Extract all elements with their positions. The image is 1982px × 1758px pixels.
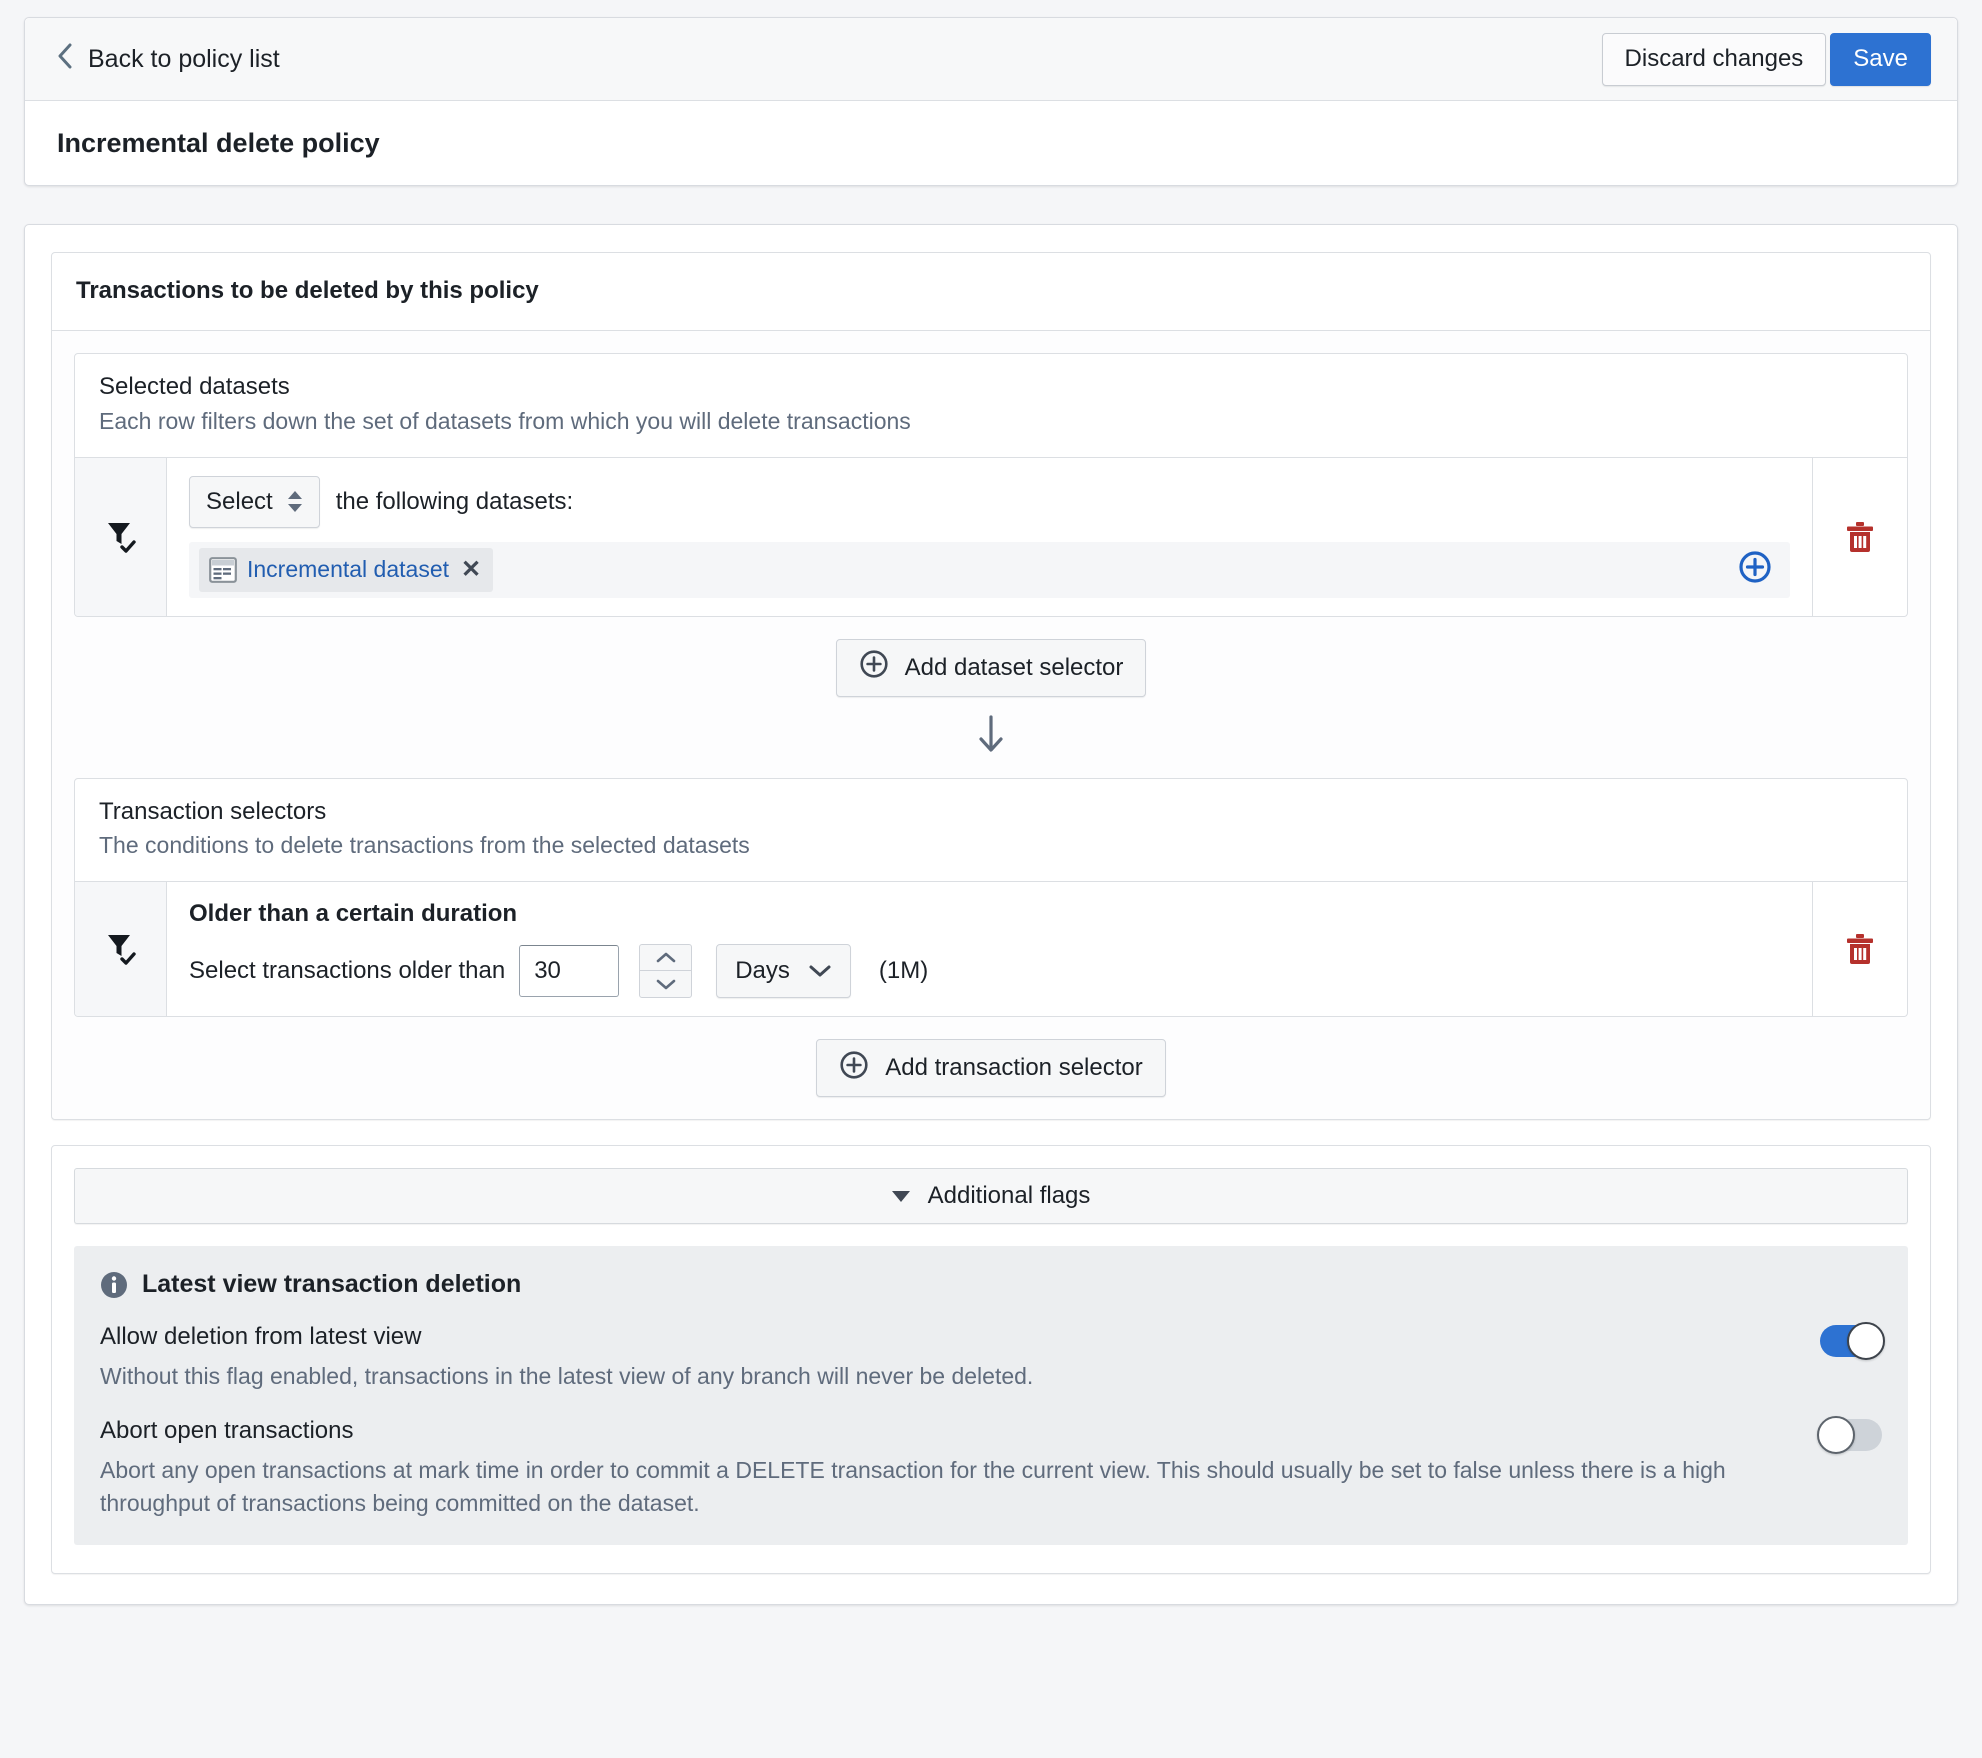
double-caret-icon [287,491,303,513]
trash-icon [1846,521,1874,553]
transactions-section-title: Transactions to be deleted by this polic… [52,253,1930,331]
flag-row-allow-deletion: Allow deletion from latest view Without … [100,1322,1885,1393]
page-title: Incremental delete policy [57,127,380,158]
toggle-knob [1817,1415,1855,1454]
header-actions: Discard changes Save [1601,32,1931,86]
plus-circle-icon [839,1050,869,1087]
delete-transaction-selector-button[interactable] [1812,882,1907,1017]
transactions-section-body: Selected datasets Each row filters down … [52,331,1930,1120]
dataset-tag-label: Incremental dataset [247,556,450,583]
selected-datasets-block: Selected datasets Each row filters down … [74,353,1908,617]
triangle-down-icon [891,1190,910,1202]
delete-dataset-selector-button[interactable] [1812,457,1907,616]
dataset-row-gutter [75,457,167,616]
selected-datasets-header: Selected datasets Each row filters down … [75,354,1907,457]
dataset-tag-input[interactable]: Incremental dataset ✕ [189,541,1790,598]
additional-flags-toggle[interactable]: Additional flags [74,1168,1908,1225]
add-transaction-selector-row: Add transaction selector [74,1039,1908,1098]
back-link-label: Back to policy list [88,44,280,73]
info-icon [100,1271,128,1299]
duration-amount-input[interactable]: 30 [519,945,620,998]
flag-description: Abort any open transactions at mark time… [100,1456,1726,1516]
arrow-down-icon [977,715,1005,760]
stepper-increment-button[interactable] [640,945,692,972]
page-title-row: Incremental delete policy [25,101,1957,185]
transaction-selector-title: Older than a certain duration [189,900,518,928]
selected-datasets-title: Selected datasets [99,373,290,400]
app-root: Back to policy list Discard changes Save… [0,0,1982,1758]
policy-body-card: Transactions to be deleted by this polic… [24,224,1958,1606]
plus-circle-icon [859,649,889,686]
dataset-icon [209,556,237,583]
duration-hint: (1M) [878,957,929,985]
dataset-row-line: Select the following datasets: [189,475,1790,528]
flag-label: Abort open transactions [100,1416,354,1444]
transaction-selectors-title: Transaction selectors [99,797,327,825]
transaction-row-main: Older than a certain duration Select tra… [167,882,1812,1016]
transaction-selectors-header: Transaction selectors The conditions to … [75,779,1907,882]
dataset-mode-select-value: Select [206,487,273,515]
latest-view-flags-title-row: Latest view transaction deletion [100,1270,1882,1299]
allow-deletion-toggle[interactable] [1820,1322,1885,1361]
add-dataset-plus-icon[interactable] [1738,550,1772,589]
additional-flags-card: Additional flags Latest view transaction… [51,1145,1931,1575]
add-transaction-selector-label: Add transaction selector [885,1054,1143,1082]
header-card: Back to policy list Discard changes Save… [24,17,1958,186]
transaction-selectors-subtitle: The conditions to delete transactions fr… [99,832,750,859]
stepper-decrement-button[interactable] [640,971,691,997]
abort-open-transactions-toggle[interactable] [1817,1415,1882,1454]
add-transaction-selector-button[interactable]: Add transaction selector [816,1039,1166,1098]
additional-flags-label: Additional flags [927,1182,1091,1210]
transaction-row-gutter [75,882,167,1017]
selected-datasets-subtitle: Each row filters down the set of dataset… [99,407,911,434]
discard-changes-button[interactable]: Discard changes [1601,32,1827,86]
toggle-knob [1847,1322,1885,1361]
latest-view-flags-title: Latest view transaction deletion [142,1270,522,1299]
transaction-selector-row: Older than a certain duration Select tra… [75,881,1907,1017]
flag-row-abort-open-transactions: Abort open transactions Abort any open t… [100,1415,1882,1519]
transaction-selectors-block: Transaction selectors The conditions to … [74,777,1908,1018]
trash-icon [1846,933,1874,965]
flow-arrow-row [74,715,1908,760]
header-toolbar: Back to policy list Discard changes Save [25,18,1957,101]
filter-check-icon [106,520,136,554]
duration-stepper[interactable] [639,944,693,999]
filter-check-icon [106,932,136,966]
add-dataset-selector-row: Add dataset selector [74,638,1908,697]
transactions-section: Transactions to be deleted by this polic… [51,252,1931,1121]
latest-view-flags-panel: Latest view transaction deletion Allow d… [74,1246,1908,1546]
flag-label: Allow deletion from latest view [100,1323,422,1351]
dataset-mode-select[interactable]: Select [189,475,320,528]
add-dataset-selector-label: Add dataset selector [904,653,1124,681]
dataset-tag-remove-icon[interactable]: ✕ [461,557,481,582]
flag-description: Without this flag enabled, transactions … [100,1363,1034,1390]
duration-label: Select transactions older than [189,957,506,985]
duration-unit-select[interactable]: Days [716,944,851,999]
back-to-policy-list-link[interactable]: Back to policy list [57,43,280,74]
duration-control-row: Select transactions older than 30 Days (… [189,944,1790,999]
add-dataset-selector-button[interactable]: Add dataset selector [835,638,1147,697]
dataset-tag[interactable]: Incremental dataset ✕ [199,547,494,592]
duration-unit-value: Days [735,957,790,985]
dataset-selector-row: Select the following datasets: Increment… [75,456,1907,616]
chevron-down-icon [808,957,832,985]
chevron-left-icon [57,43,73,73]
dataset-select-suffix-label: the following datasets: [335,487,574,515]
dataset-row-main: Select the following datasets: Increment… [167,458,1812,616]
save-button[interactable]: Save [1830,32,1931,86]
